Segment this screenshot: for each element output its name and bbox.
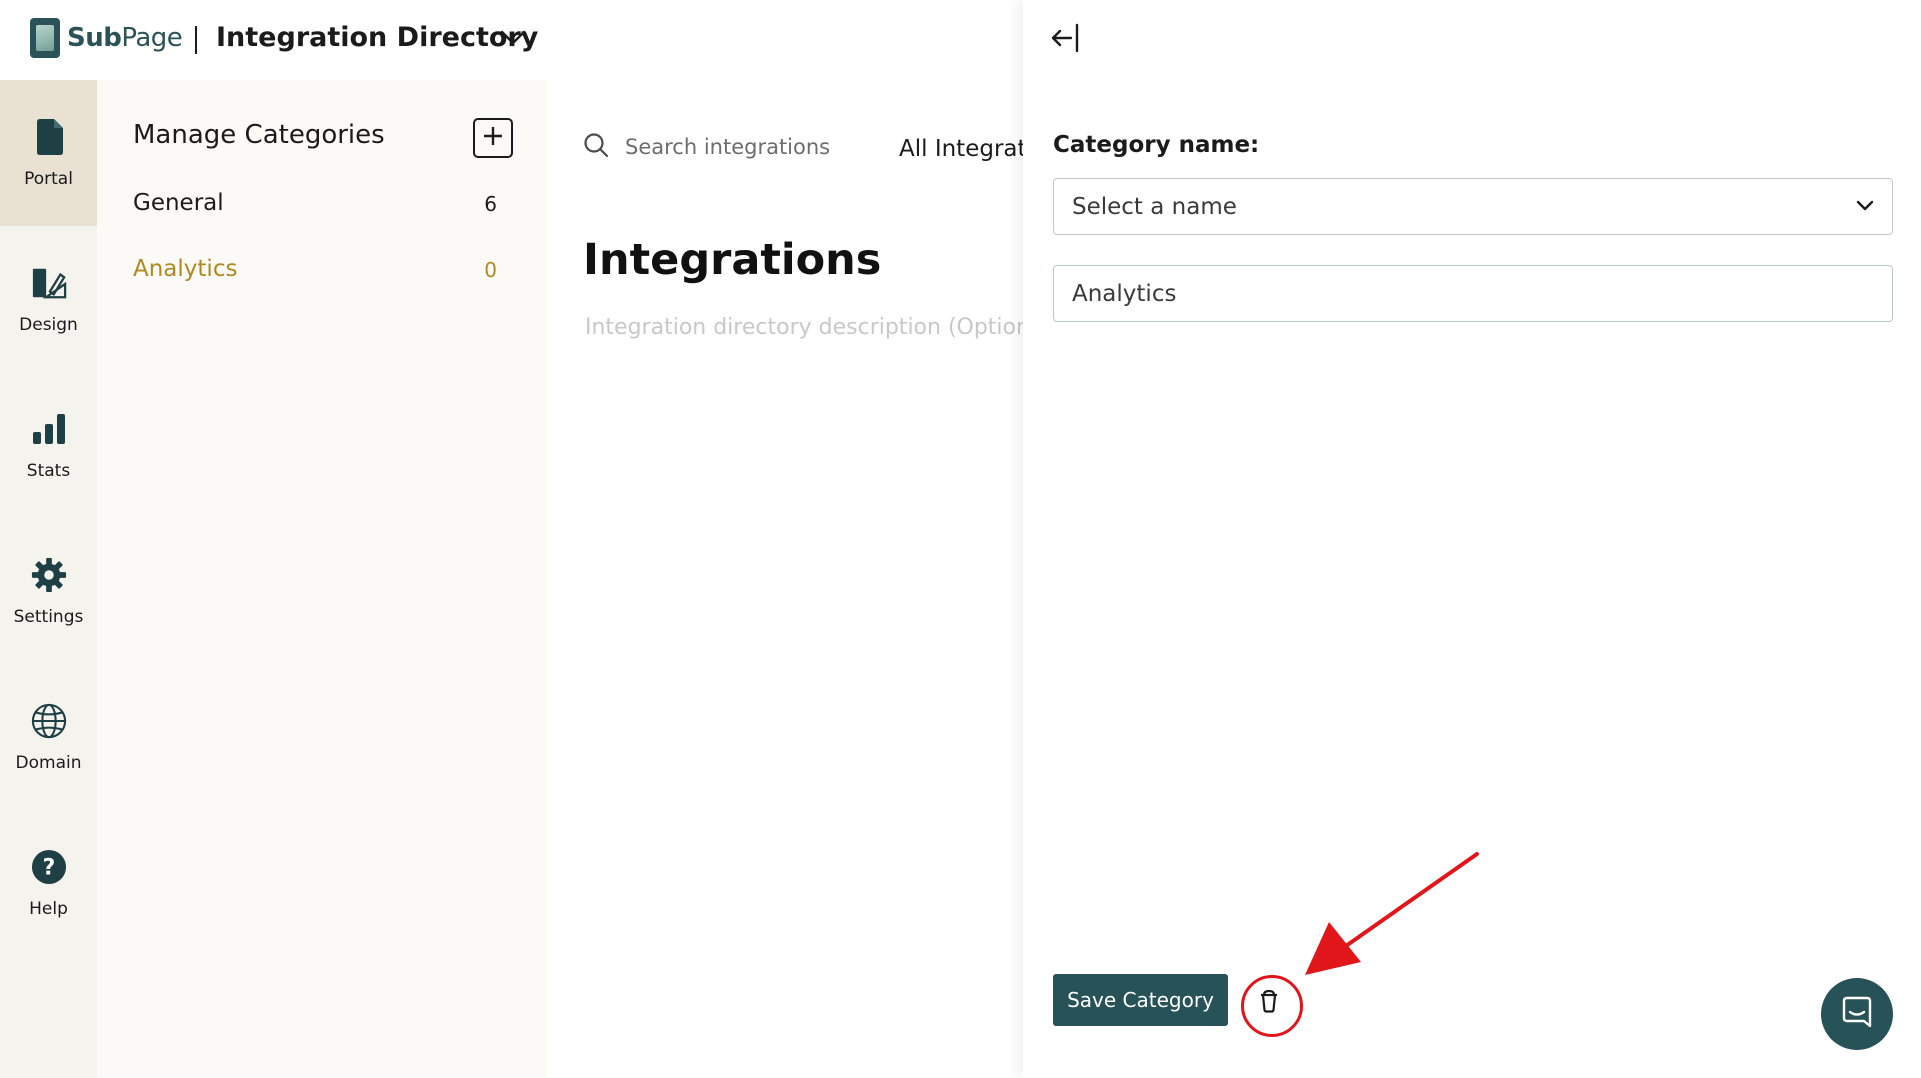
category-name-label: Category name: — [1053, 132, 1260, 158]
nav-item-design[interactable]: Design — [0, 226, 97, 372]
svg-text:?: ? — [42, 856, 55, 881]
integrations-title: Integrations — [583, 235, 882, 285]
category-name-select[interactable]: Select a name — [1053, 178, 1893, 235]
category-name: General — [133, 190, 224, 216]
page-title[interactable]: Integration Directory — [216, 22, 538, 53]
chevron-down-icon[interactable] — [500, 30, 526, 50]
document-icon — [31, 117, 67, 157]
nav-label: Help — [29, 899, 68, 919]
nav-item-help[interactable]: ? Help — [0, 810, 97, 956]
nav-label: Design — [19, 315, 78, 335]
help-icon: ? — [31, 847, 67, 887]
left-nav-rail: Portal Design Stats Settings Domain ? He… — [0, 80, 97, 1078]
search-icon — [583, 132, 609, 162]
chat-launcher-button[interactable] — [1821, 978, 1893, 1050]
select-value: Select a name — [1072, 193, 1237, 220]
nav-item-stats[interactable]: Stats — [0, 372, 97, 518]
bar-chart-icon — [31, 409, 67, 449]
integrations-main: All Integrati Integrations Integration d… — [547, 80, 1023, 1078]
nav-label: Stats — [26, 461, 71, 481]
nav-label: Domain — [15, 753, 82, 773]
nav-item-settings[interactable]: Settings — [0, 518, 97, 664]
plus-icon — [482, 125, 504, 151]
category-name-input[interactable] — [1053, 265, 1893, 322]
annotation-arrow-icon — [1303, 850, 1483, 984]
gear-icon — [31, 555, 67, 595]
nav-item-portal[interactable]: Portal — [0, 80, 97, 226]
categories-panel: Manage Categories General 6 Analytics 0 — [97, 80, 547, 1078]
category-count: 0 — [484, 258, 497, 282]
top-header: SubPage Integration Directory — [0, 0, 1023, 80]
arrow-left-bar-icon — [1049, 23, 1085, 60]
header-divider — [195, 26, 197, 54]
collapse-drawer-button[interactable] — [1049, 20, 1085, 56]
delete-category-button[interactable] — [1241, 974, 1297, 1030]
category-name: Analytics — [133, 256, 238, 282]
chat-icon — [1840, 995, 1874, 1033]
directory-description-field[interactable]: Integration directory description (Optio… — [585, 315, 1023, 340]
category-count: 6 — [484, 192, 497, 216]
nav-label: Portal — [24, 169, 73, 189]
tab-all-integrations[interactable]: All Integrati — [899, 136, 1023, 162]
save-category-button[interactable]: Save Category — [1053, 974, 1228, 1026]
category-item-general[interactable]: General 6 — [133, 190, 497, 216]
search-bar — [583, 132, 855, 162]
subpage-logo[interactable]: SubPage — [30, 18, 183, 58]
logo-text: SubPage — [67, 23, 183, 53]
nav-label: Settings — [13, 607, 84, 627]
search-input[interactable] — [625, 135, 855, 159]
trash-icon — [1258, 989, 1280, 1016]
category-editor-drawer: Category name: Select a name Save Catego… — [1023, 0, 1921, 1078]
globe-icon — [31, 701, 67, 741]
logo-mark-icon — [30, 18, 60, 58]
chevron-down-icon — [1856, 197, 1874, 216]
nav-item-domain[interactable]: Domain — [0, 664, 97, 810]
category-item-analytics[interactable]: Analytics 0 — [133, 256, 497, 282]
add-category-button[interactable] — [473, 118, 513, 158]
design-icon — [31, 263, 67, 303]
categories-heading: Manage Categories — [133, 120, 385, 150]
